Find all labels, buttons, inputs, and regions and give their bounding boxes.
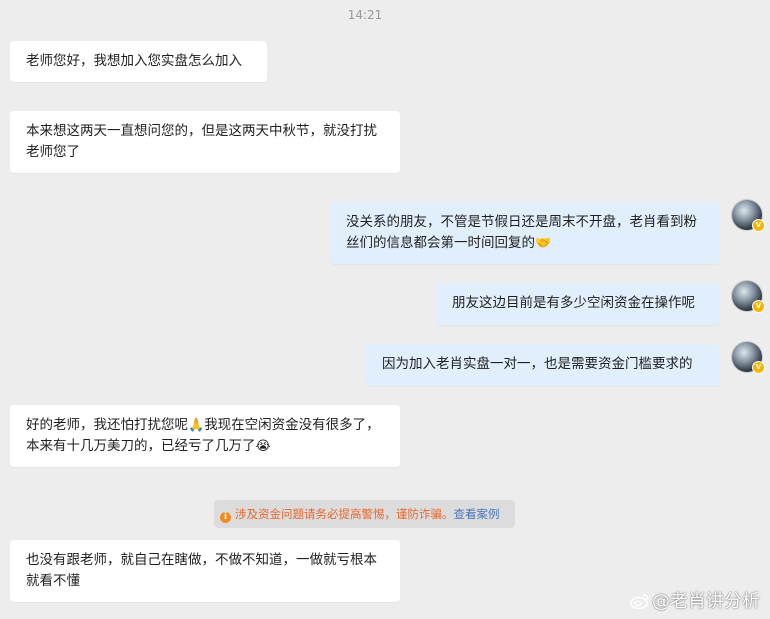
- verified-badge-icon: V: [752, 361, 765, 374]
- message-text: 老师您好，我想加入您实盘怎么加入: [26, 53, 242, 69]
- view-cases-link[interactable]: 查看案例: [454, 507, 500, 521]
- watermark-text: @老肖讲分析: [652, 591, 760, 612]
- message-text: 也没有跟老师，就自己在瞎做，不做不知道，一做就亏根本就看不懂: [26, 552, 377, 589]
- message-text: 没关系的朋友，不管是节假日还是周末不开盘，老肖看到粉丝们的信息都会第一时间回复的: [346, 214, 697, 251]
- message-text: 因为加入老肖实盘一对一，也是需要资金门槛要求的: [382, 356, 693, 372]
- notice-text: 涉及资金问题请务必提高警惕，谨防诈骗。: [235, 507, 454, 521]
- verified-badge-icon: V: [752, 300, 765, 313]
- incoming-message-bubble[interactable]: 本来想这两天一直想问您的，但是这两天中秋节，就没打扰老师您了: [10, 111, 400, 173]
- sender-avatar[interactable]: V: [732, 342, 765, 374]
- incoming-message-bubble[interactable]: 老师您好，我想加入您实盘怎么加入: [10, 41, 267, 82]
- message-text: 好的老师，我还怕打扰您呢: [26, 417, 188, 433]
- fraud-warning-notice: i 涉及资金问题请务必提高警惕，谨防诈骗。查看案例: [214, 500, 515, 528]
- outgoing-message-bubble[interactable]: 朋友这边目前是有多少空闲资金在操作呢: [436, 283, 720, 325]
- outgoing-message-bubble[interactable]: 没关系的朋友，不管是节假日还是周末不开盘，老肖看到粉丝们的信息都会第一时间回复的…: [330, 202, 720, 264]
- incoming-message-bubble[interactable]: 好的老师，我还怕打扰您呢🙏我现在空闲资金没有很多了，本来有十几万美刀的，已经亏了…: [10, 405, 400, 467]
- message-text: 本来想这两天一直想问您的，但是这两天中秋节，就没打扰老师您了: [26, 123, 377, 160]
- info-icon: i: [220, 512, 231, 523]
- message-text: 朋友这边目前是有多少空闲资金在操作呢: [452, 295, 695, 311]
- outgoing-message-bubble[interactable]: 因为加入老肖实盘一对一，也是需要资金门槛要求的: [366, 344, 720, 386]
- incoming-message-bubble[interactable]: 也没有跟老师，就自己在瞎做，不做不知道，一做就亏根本就看不懂: [10, 540, 400, 602]
- sender-avatar[interactable]: V: [732, 281, 765, 313]
- weibo-watermark: @老肖讲分析: [630, 587, 760, 613]
- sender-avatar[interactable]: V: [732, 200, 765, 232]
- handshake-emoji-icon: 🤝: [535, 236, 552, 251]
- crying-emoji-icon: 😭: [255, 439, 271, 454]
- chat-timestamp: 14:21: [347, 8, 383, 22]
- verified-badge-icon: V: [752, 219, 765, 232]
- weibo-logo-icon: [630, 594, 649, 609]
- pray-emoji-icon: 🙏: [188, 418, 205, 433]
